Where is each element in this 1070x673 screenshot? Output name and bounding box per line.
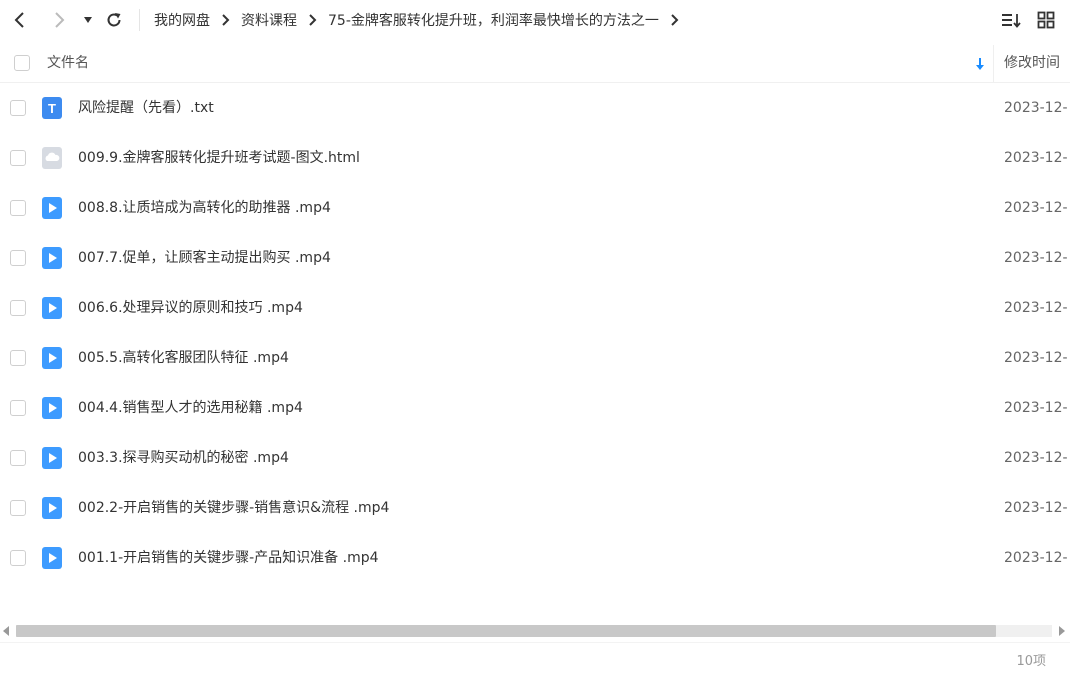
- file-name[interactable]: 007.7.促单，让顾客主动提出购买 .mp4: [78, 233, 331, 283]
- file-name[interactable]: 001.1-开启销售的关键步骤-产品知识准备 .mp4: [78, 533, 379, 583]
- file-modified-time: 2023-12-: [1004, 300, 1068, 316]
- video-file-icon: [41, 397, 63, 419]
- file-modified-time: 2023-12-: [1004, 500, 1068, 516]
- forward-button[interactable]: [47, 8, 71, 32]
- chevron-left-icon: [14, 12, 24, 28]
- chevron-right-icon[interactable]: [670, 14, 679, 26]
- file-modified-time: 2023-12-: [1004, 150, 1068, 166]
- chevron-right-icon: [55, 12, 65, 28]
- sort-desc-icon[interactable]: [974, 56, 986, 75]
- file-row[interactable]: T 风险提醒（先看）.txt 2023-12-: [0, 83, 1070, 133]
- file-name[interactable]: 003.3.探寻购买动机的秘密 .mp4: [78, 433, 289, 483]
- file-row[interactable]: 004.4.销售型人才的选用秘籍 .mp4 2023-12-: [0, 383, 1070, 433]
- file-checkbox[interactable]: [10, 450, 26, 466]
- file-checkbox[interactable]: [10, 500, 26, 516]
- file-modified-time: 2023-12-: [1004, 450, 1068, 466]
- toolbar-divider: [139, 9, 140, 31]
- video-file-icon: [41, 497, 63, 519]
- select-all-checkbox[interactable]: [14, 55, 30, 71]
- breadcrumb-item-folder[interactable]: 资料课程: [241, 10, 297, 30]
- video-file-icon: [41, 247, 63, 269]
- scroll-thumb[interactable]: [16, 625, 996, 637]
- file-name[interactable]: 风险提醒（先看）.txt: [78, 83, 214, 133]
- file-list: T 风险提醒（先看）.txt 2023-12- 009.9.金牌客服转化提升班考试题-…: [0, 83, 1070, 583]
- file-modified-time: 2023-12-: [1004, 100, 1068, 116]
- file-name[interactable]: 004.4.销售型人才的选用秘籍 .mp4: [78, 383, 303, 433]
- file-checkbox[interactable]: [10, 400, 26, 416]
- grid-view-icon: [1037, 11, 1055, 29]
- file-checkbox[interactable]: [10, 550, 26, 566]
- column-header-name[interactable]: 文件名: [47, 45, 89, 82]
- file-modified-time: 2023-12-: [1004, 350, 1068, 366]
- file-modified-time: 2023-12-: [1004, 400, 1068, 416]
- file-modified-time: 2023-12-: [1004, 200, 1068, 216]
- list-header: 文件名 修改时间: [0, 45, 1070, 83]
- file-name[interactable]: 002.2-开启销售的关键步骤-销售意识&流程 .mp4: [78, 483, 389, 533]
- footer-divider: [0, 642, 1070, 643]
- toolbar: 我的网盘 资料课程 75-金牌客服转化提升班，利润率最快增长的方法之一: [0, 0, 1070, 40]
- file-row[interactable]: 005.5.高转化客服团队特征 .mp4 2023-12-: [0, 333, 1070, 383]
- file-checkbox[interactable]: [10, 300, 26, 316]
- file-checkbox[interactable]: [10, 250, 26, 266]
- video-file-icon: [41, 547, 63, 569]
- breadcrumb: 我的网盘 资料课程 75-金牌客服转化提升班，利润率最快增长的方法之一: [154, 0, 690, 40]
- breadcrumb-item-root[interactable]: 我的网盘: [154, 10, 210, 30]
- file-name[interactable]: 006.6.处理异议的原则和技巧 .mp4: [78, 283, 303, 333]
- video-file-icon: [41, 297, 63, 319]
- grid-view-button[interactable]: [1035, 9, 1057, 31]
- file-checkbox[interactable]: [10, 100, 26, 116]
- file-name[interactable]: 009.9.金牌客服转化提升班考试题-图文.html: [78, 133, 360, 183]
- video-file-icon: [41, 447, 63, 469]
- chevron-right-icon: [308, 14, 317, 26]
- chevron-right-icon: [221, 14, 230, 26]
- svg-text:T: T: [48, 101, 56, 116]
- file-checkbox[interactable]: [10, 150, 26, 166]
- file-row[interactable]: 006.6.处理异议的原则和技巧 .mp4 2023-12-: [0, 283, 1070, 333]
- web-file-icon: [41, 147, 63, 169]
- scroll-right-icon[interactable]: [1057, 625, 1067, 637]
- scroll-left-icon[interactable]: [1, 625, 11, 637]
- refresh-button[interactable]: [102, 8, 126, 32]
- file-name[interactable]: 005.5.高转化客服团队特征 .mp4: [78, 333, 289, 383]
- sort-list-icon: [1002, 14, 1021, 28]
- back-button[interactable]: [8, 8, 32, 32]
- text-file-icon: T: [41, 97, 63, 119]
- file-modified-time: 2023-12-: [1004, 550, 1068, 566]
- sort-button[interactable]: [1000, 9, 1022, 31]
- file-modified-time: 2023-12-: [1004, 250, 1068, 266]
- file-row[interactable]: 003.3.探寻购买动机的秘密 .mp4 2023-12-: [0, 433, 1070, 483]
- breadcrumb-item-current[interactable]: 75-金牌客服转化提升班，利润率最快增长的方法之一: [328, 10, 659, 30]
- file-row[interactable]: 002.2-开启销售的关键步骤-销售意识&流程 .mp4 2023-12-: [0, 483, 1070, 533]
- file-row[interactable]: 009.9.金牌客服转化提升班考试题-图文.html 2023-12-: [0, 133, 1070, 183]
- column-header-time[interactable]: 修改时间: [1004, 45, 1060, 82]
- video-file-icon: [41, 197, 63, 219]
- item-count: 10项: [1016, 654, 1046, 669]
- file-checkbox[interactable]: [10, 350, 26, 366]
- file-row[interactable]: 001.1-开启销售的关键步骤-产品知识准备 .mp4 2023-12-: [0, 533, 1070, 583]
- caret-down-icon: [84, 17, 92, 23]
- file-checkbox[interactable]: [10, 200, 26, 216]
- refresh-icon: [107, 13, 121, 27]
- horizontal-scrollbar[interactable]: [0, 622, 1070, 640]
- column-divider[interactable]: [993, 45, 994, 82]
- file-row[interactable]: 007.7.促单，让顾客主动提出购买 .mp4 2023-12-: [0, 233, 1070, 283]
- file-name[interactable]: 008.8.让质培成为高转化的助推器 .mp4: [78, 183, 331, 233]
- history-dropdown-button[interactable]: [76, 8, 100, 32]
- video-file-icon: [41, 347, 63, 369]
- file-row[interactable]: 008.8.让质培成为高转化的助推器 .mp4 2023-12-: [0, 183, 1070, 233]
